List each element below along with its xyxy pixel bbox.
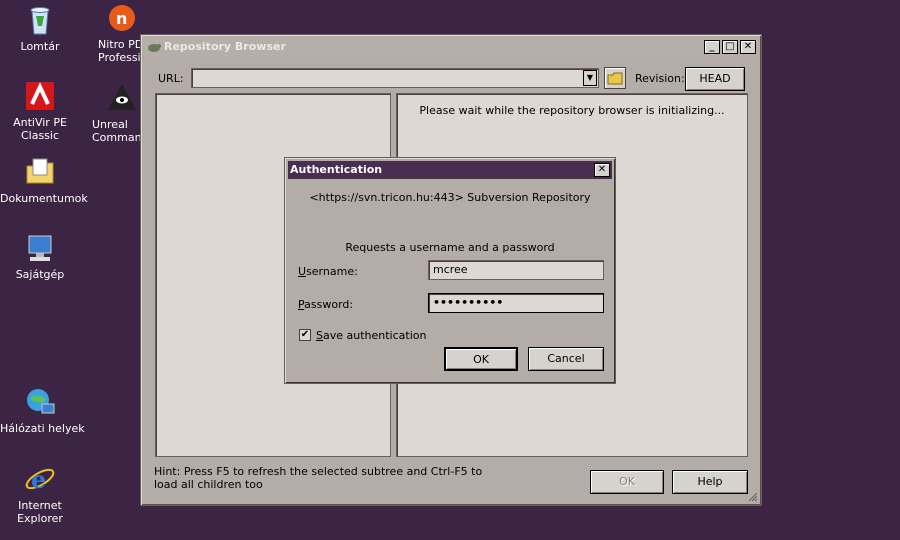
desktop-icon-recycle-bin[interactable]: Lomtár — [0, 4, 80, 53]
nitro-pdf-icon: n — [106, 2, 138, 34]
window-title-bar[interactable]: Repository Browser _ □ ✕ — [144, 38, 758, 56]
dialog-title: Authentication — [290, 163, 383, 176]
save-authentication-label[interactable]: Save authentication — [316, 329, 426, 342]
authentication-dialog: Authentication ✕ <https://svn.tricon.hu:… — [284, 157, 616, 384]
desktop-icon-label: Nitro PD — [98, 38, 144, 51]
my-computer-icon — [24, 232, 56, 264]
dialog-close-button[interactable]: ✕ — [594, 163, 610, 177]
desktop-icon-label: Hálózati helyek — [0, 422, 85, 435]
desktop-icon-my-computer[interactable]: Sajátgép — [0, 232, 80, 281]
internet-explorer-icon: e — [24, 463, 56, 495]
dialog-title-bar[interactable]: Authentication ✕ — [288, 161, 612, 179]
hint-text: Hint: Press F5 to refresh the selected s… — [154, 465, 483, 491]
desktop-icon-unreal-commander[interactable]: Unreal Command — [92, 82, 142, 144]
desktop-icon-documents[interactable]: Dokumentumok — [0, 156, 88, 205]
desktop-icon-label: Unreal — [92, 118, 128, 131]
password-label: Password: — [298, 298, 354, 311]
username-input[interactable]: mcree — [428, 260, 604, 280]
url-combobox[interactable]: ▼ — [191, 68, 599, 88]
desktop-icon-label-line2: Profession — [98, 51, 144, 64]
folder-icon — [607, 72, 623, 85]
revision-label: Revision: — [635, 72, 685, 85]
prompt-text: Requests a username and a password — [345, 241, 555, 254]
network-places-icon — [24, 386, 56, 418]
maximize-button[interactable]: □ — [722, 40, 738, 54]
minimize-button[interactable]: _ — [704, 40, 720, 54]
window-title: Repository Browser — [164, 40, 286, 53]
resize-grip[interactable] — [748, 492, 758, 502]
dialog-ok-button[interactable]: OK — [444, 347, 518, 371]
browse-folder-button[interactable] — [604, 67, 626, 89]
unreal-commander-icon — [106, 82, 138, 114]
desktop-icon-nitro-pdf[interactable]: n Nitro PD Profession — [98, 2, 144, 64]
desktop-icon-label: Dokumentumok — [0, 192, 88, 205]
svg-text:e: e — [31, 465, 46, 494]
realm-text: <https://svn.tricon.hu:443> Subversion R… — [309, 191, 591, 204]
svg-text:n: n — [116, 9, 127, 28]
desktop-icon-internet-explorer[interactable]: e Internet Explorer — [0, 463, 80, 525]
desktop-icon-label: Sajátgép — [15, 268, 65, 281]
recycle-bin-icon — [24, 4, 56, 36]
save-authentication-checkbox[interactable]: ✔ — [299, 329, 311, 341]
desktop-icon-label: Lomtár — [20, 40, 60, 53]
ok-button-disabled[interactable]: OK — [590, 470, 664, 494]
initializing-message: Please wait while the repository browser… — [419, 104, 725, 117]
username-label: Username: — [298, 265, 358, 278]
desktop-icon-antivir[interactable]: AntiVir PE Classic — [0, 80, 80, 142]
desktop-icon-label-line2: Classic — [20, 129, 60, 142]
revision-head-button[interactable]: HEAD — [685, 67, 745, 91]
antivir-icon — [24, 80, 56, 112]
desktop-icon-label: AntiVir PE — [13, 116, 67, 129]
tortoise-icon — [147, 40, 161, 54]
password-input[interactable]: •••••••••• — [428, 293, 604, 313]
url-label: URL: — [158, 72, 184, 85]
desktop-icon-label-line2: Explorer — [17, 512, 63, 525]
desktop-icon-network-places[interactable]: Hálózati helyek — [0, 386, 85, 435]
dialog-cancel-button[interactable]: Cancel — [528, 347, 604, 371]
help-button[interactable]: Help — [672, 470, 748, 494]
close-button[interactable]: ✕ — [740, 40, 756, 54]
folder-documents-icon — [24, 156, 56, 188]
desktop-icon-label: Internet — [18, 499, 62, 512]
chevron-down-icon[interactable]: ▼ — [583, 70, 597, 86]
desktop-icon-label-line2: Command — [92, 131, 142, 144]
